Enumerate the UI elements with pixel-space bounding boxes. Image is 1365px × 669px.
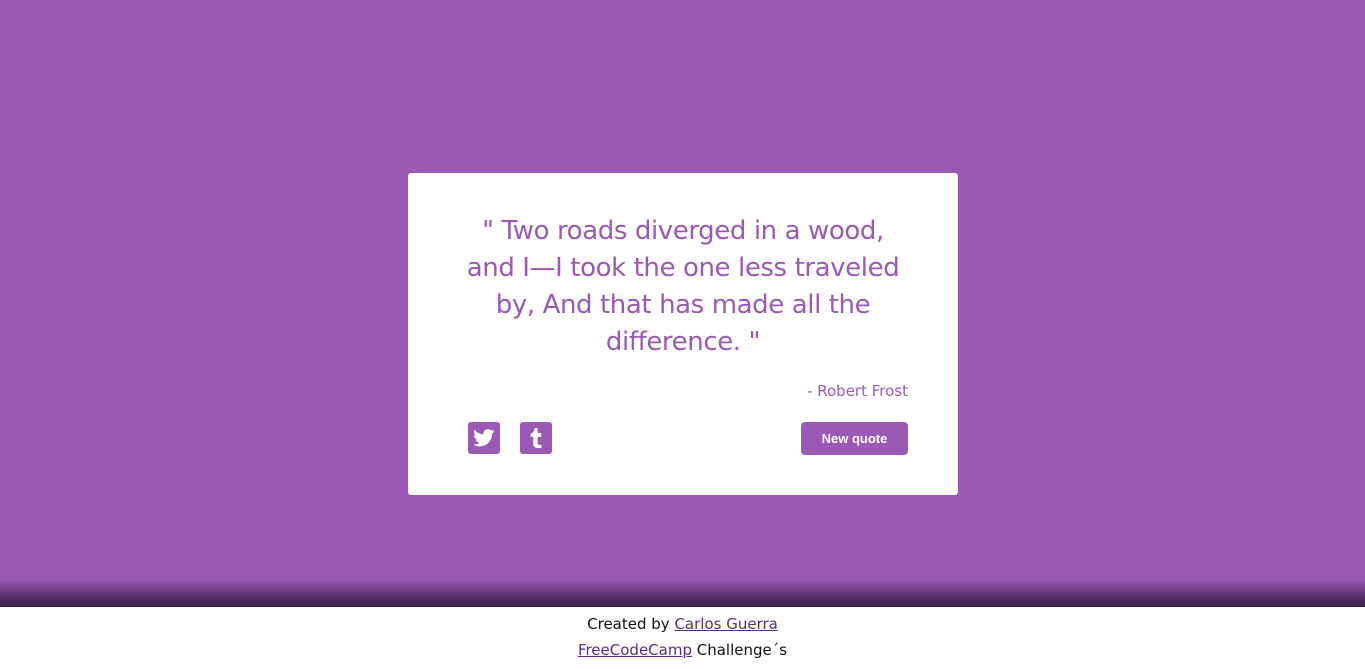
page-background: " Two roads diverged in a wood, and I—I … bbox=[0, 0, 1365, 607]
footer: Created by Carlos Guerra FreeCodeCamp Ch… bbox=[0, 607, 1365, 669]
challenge-text: Challenge´s bbox=[691, 641, 788, 659]
footer-challenge: FreeCodeCamp Challenge´s bbox=[0, 641, 1365, 659]
tweet-button[interactable] bbox=[468, 422, 500, 454]
twitter-icon bbox=[473, 429, 495, 447]
quote-author: - Robert Frost bbox=[807, 382, 908, 400]
created-by-text: Created by bbox=[587, 615, 675, 633]
freecodecamp-link[interactable]: FreeCodeCamp bbox=[578, 641, 692, 659]
quote-card: " Two roads diverged in a wood, and I—I … bbox=[408, 173, 958, 495]
moon-icon bbox=[663, 100, 713, 150]
footer-credit: Created by Carlos Guerra bbox=[0, 615, 1365, 633]
quote-text: " Two roads diverged in a wood, and I—I … bbox=[466, 216, 900, 357]
new-quote-button[interactable]: New quote bbox=[801, 422, 908, 455]
tumblr-icon bbox=[530, 428, 542, 448]
tumblr-button[interactable] bbox=[520, 422, 552, 454]
author-link[interactable]: Carlos Guerra bbox=[674, 615, 777, 633]
